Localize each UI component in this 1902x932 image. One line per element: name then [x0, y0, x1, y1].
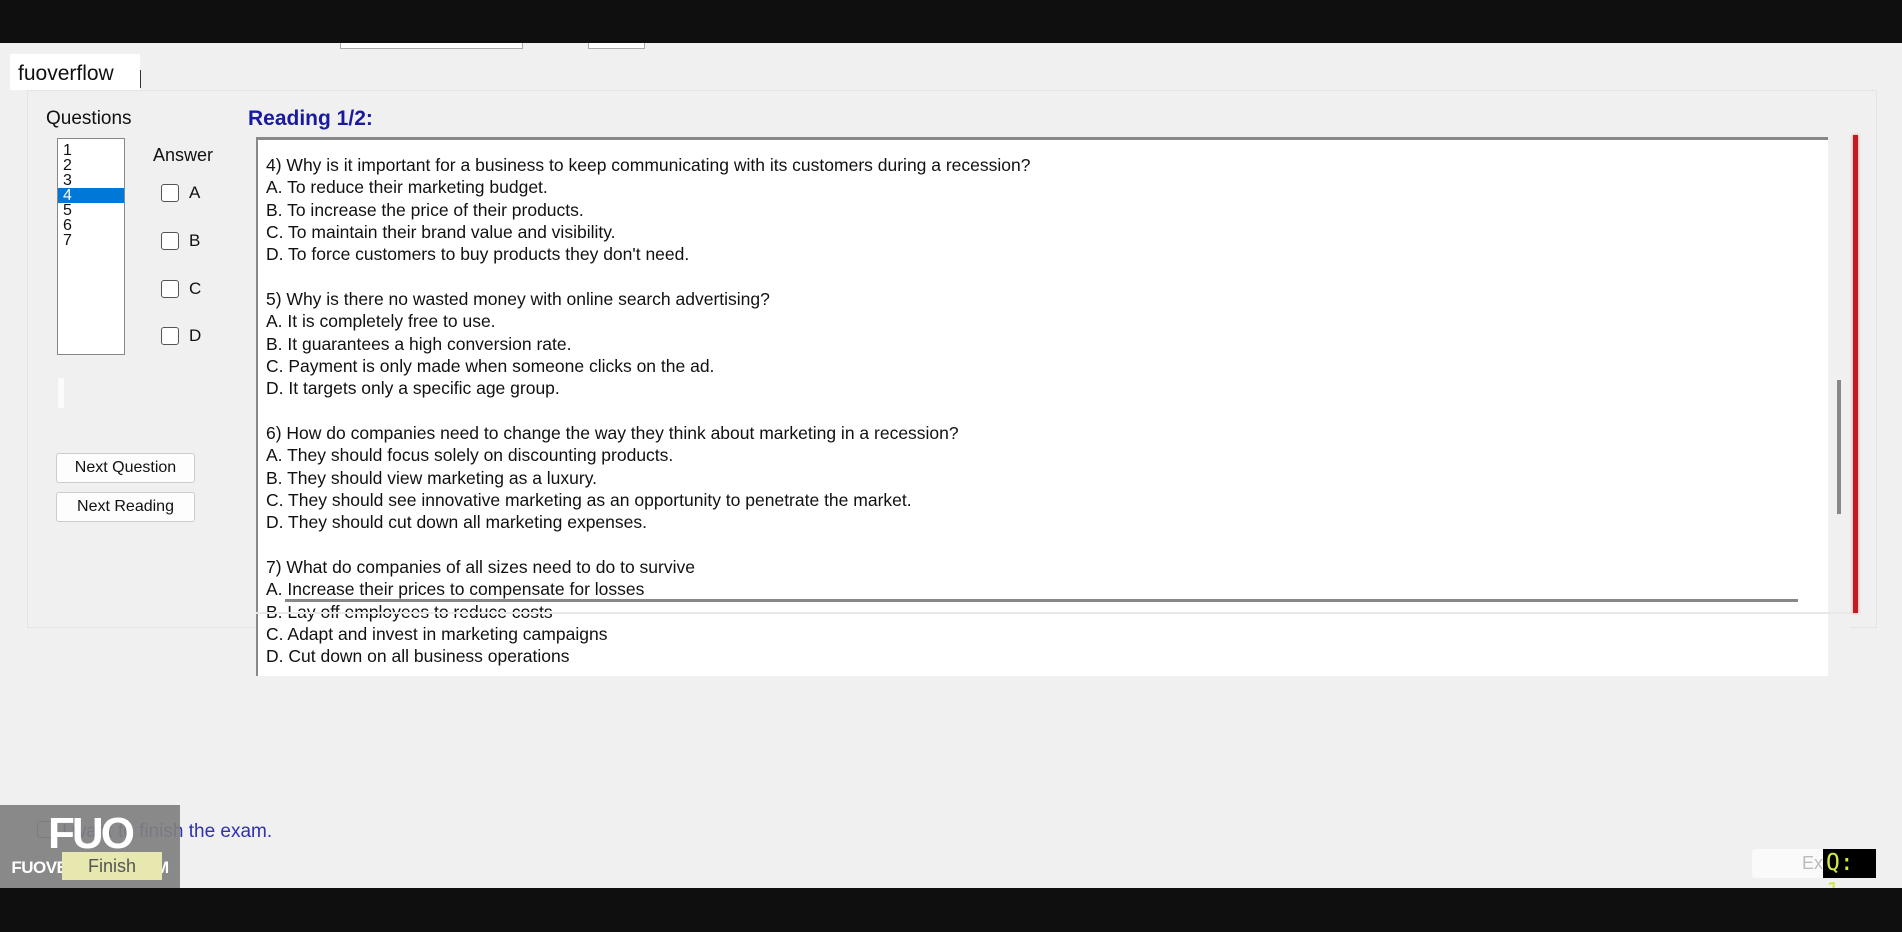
question-block: 4) Why is it important for a business to… — [266, 154, 1031, 265]
question-text: 6) How do companies need to change the w… — [266, 422, 959, 443]
question-block: 6) How do companies need to change the w… — [266, 422, 1031, 533]
option-text: D. It targets only a specific age group. — [266, 378, 560, 399]
question-list-item[interactable]: 4 — [58, 188, 124, 204]
question-list-item[interactable]: 1 — [58, 143, 124, 159]
answer-label-d: D — [189, 326, 202, 345]
text-caret — [140, 70, 141, 88]
questions-label: Questions — [46, 108, 132, 129]
question-list-item[interactable]: 5 — [58, 203, 124, 219]
answer-label-b: B — [189, 231, 201, 250]
answer-label-c: C — [189, 279, 202, 298]
bottom-black-bar — [0, 888, 1902, 932]
option-text: D. Cut down on all business operations — [266, 646, 570, 667]
red-indicator-bar — [1853, 135, 1858, 613]
question-badge: Q: 1 — [1823, 849, 1876, 905]
question-list-item[interactable]: 2 — [58, 158, 124, 174]
option-text: C. Adapt and invest in marketing campaig… — [266, 623, 608, 644]
reading-content: 4) Why is it important for a business to… — [266, 154, 1031, 690]
question-text: 4) Why is it important for a business to… — [266, 155, 1031, 175]
finish-button[interactable]: Finish — [62, 852, 162, 880]
textbox-bottom-edge — [256, 612, 1856, 614]
option-text: A. They should focus solely on discounti… — [266, 445, 674, 466]
answer-checkbox-d[interactable] — [161, 327, 179, 345]
option-text: A. Increase their prices to compensate f… — [266, 579, 645, 600]
option-text: C. They should see innovative marketing … — [266, 489, 912, 510]
next-question-button[interactable]: Next Question — [56, 453, 195, 483]
option-text: D. To force customers to buy products th… — [266, 244, 690, 265]
option-text: B. It guarantees a high conversion rate. — [266, 333, 572, 354]
horizontal-scroll-thumb[interactable] — [285, 599, 1798, 602]
question-text: 5) Why is there no wasted money with onl… — [266, 288, 770, 309]
next-reading-button[interactable]: Next Reading — [56, 492, 195, 522]
question-text: 7) What do companies of all sizes need t… — [266, 556, 695, 577]
answer-checkbox-c[interactable] — [161, 280, 179, 298]
option-text: C. To maintain their brand value and vis… — [266, 221, 616, 242]
reading-textbox[interactable]: 4) Why is it important for a business to… — [256, 137, 1828, 702]
answer-checkbox-b[interactable] — [161, 232, 179, 250]
option-text: C. Payment is only made when someone cli… — [266, 355, 715, 376]
question-list-item[interactable]: 7 — [58, 233, 124, 249]
option-text: B. To increase the price of their produc… — [266, 199, 584, 220]
answer-label: Answer — [153, 145, 214, 165]
option-text: D. They should cut down all marketing ex… — [266, 512, 647, 533]
top-dropdown[interactable] — [340, 43, 523, 49]
top-black-bar-overlay — [0, 0, 1902, 43]
reading-label: Reading 1/2: — [248, 107, 373, 130]
top-small-field[interactable] — [588, 43, 645, 49]
logo-mark: FUO — [48, 809, 135, 858]
answer-label-a: A — [189, 183, 201, 202]
option-text: A. To reduce their marketing budget. — [266, 177, 548, 198]
question-list-item[interactable]: 6 — [58, 218, 124, 234]
question-list-item[interactable]: 3 — [58, 173, 124, 189]
question-list[interactable]: 1234567 — [57, 138, 125, 355]
horizontal-scrollbar[interactable] — [256, 676, 1828, 702]
hidden-control — [58, 378, 64, 408]
question-block: 5) Why is there no wasted money with onl… — [266, 288, 1031, 399]
answer-checkbox-a[interactable] — [161, 184, 179, 202]
option-text: A. It is completely free to use. — [266, 311, 496, 332]
option-text: B. They should view marketing as a luxur… — [266, 467, 598, 488]
username-label: fuoverflow — [10, 54, 140, 90]
vertical-scroll-thumb[interactable] — [1837, 380, 1841, 514]
